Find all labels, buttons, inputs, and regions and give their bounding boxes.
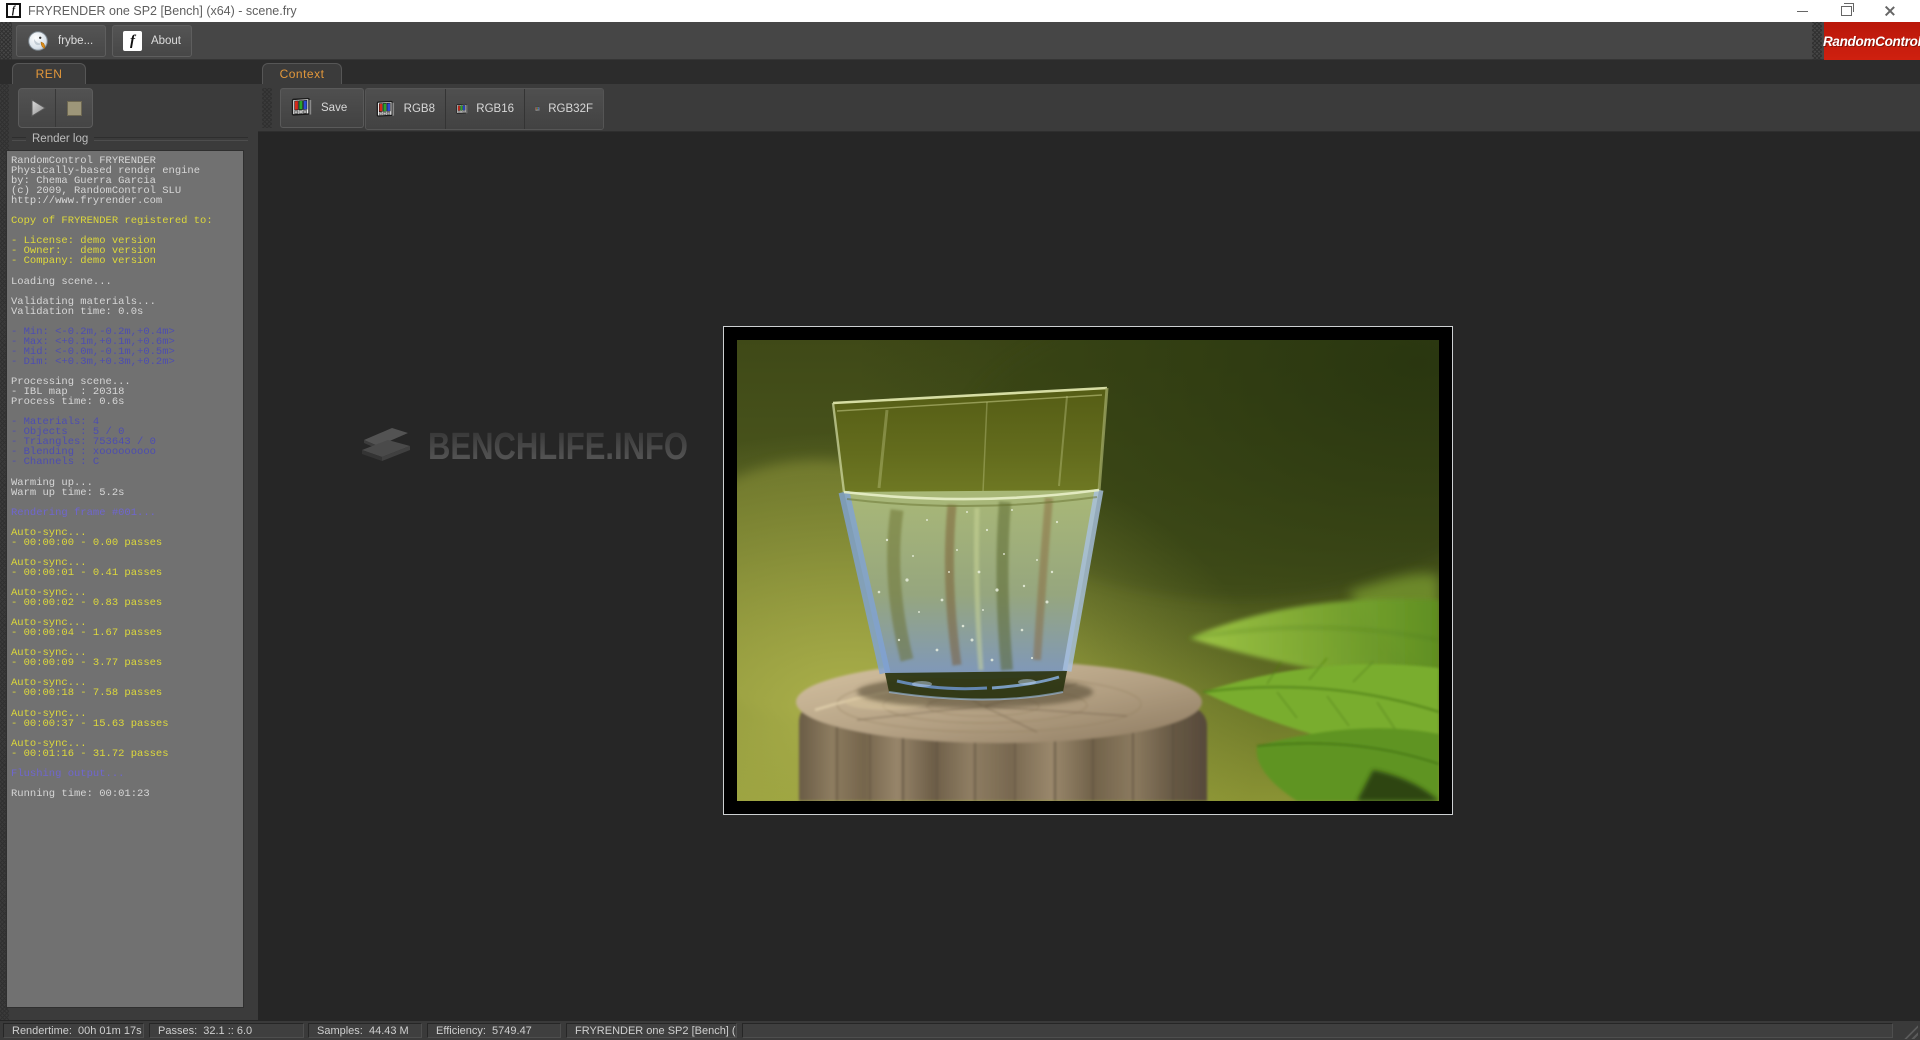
format-button-label: RGB32F <box>548 103 593 115</box>
watermark: BENCHLIFE.INFO <box>358 424 688 470</box>
status-empty <box>742 1023 1893 1038</box>
tab-strip: REN Context <box>0 60 1920 84</box>
about-button-label: About <box>151 35 181 47</box>
log-line: - 00:00:18 - 7.58 passes <box>11 688 239 698</box>
about-f-icon: f <box>123 31 142 51</box>
rgb-channels-icon <box>456 99 468 119</box>
minimize-button[interactable] <box>1780 0 1824 22</box>
randomcontrol-logo-text: RandomControl <box>1823 34 1920 49</box>
format-button-rgb8[interactable]: RGB8 <box>366 89 445 129</box>
randomcontrol-logo: RandomControl <box>1824 22 1920 60</box>
resize-grip[interactable] <box>1904 1025 1918 1039</box>
close-icon <box>1884 5 1896 17</box>
rgb-channels-icon <box>291 97 313 117</box>
status-rendertime: Rendertime: 00h 01m 17s <box>3 1023 144 1038</box>
status-passes: Passes: 32.1 :: 6.0 <box>149 1023 304 1038</box>
log-line: Warm up time: 5.2s <box>11 488 239 498</box>
restore-icon <box>1841 6 1852 16</box>
rgb-channels-icon <box>535 99 540 119</box>
log-line: - Company: demo version <box>11 256 239 266</box>
app-icon: f <box>6 3 21 18</box>
render-panel: Render log RandomControl FRYRENDERPhysic… <box>0 84 258 1020</box>
play-icon <box>25 96 49 120</box>
render-log-group: Render log <box>12 133 248 145</box>
benchlife-laptop-icon <box>358 424 414 470</box>
context-toolbar-grip[interactable] <box>262 88 272 128</box>
watermark-text: BENCHLIFE.INFO <box>428 425 688 469</box>
render-stop-button[interactable] <box>55 89 92 127</box>
log-line: - 00:00:01 - 0.41 passes <box>11 568 239 578</box>
format-button-rgb32f[interactable]: RGB32F <box>524 89 603 129</box>
frybench-button[interactable]: frybe... <box>16 25 106 57</box>
groupbox-line <box>94 137 248 141</box>
maximize-button[interactable] <box>1824 0 1868 22</box>
status-samples: Samples: 44.43 M <box>308 1023 422 1038</box>
context-toolbar: Save RGB8 RGB16 <box>258 84 1920 132</box>
log-line: http://www.fryrender.com <box>11 196 239 206</box>
save-icon-slot <box>291 97 313 120</box>
save-button[interactable]: Save <box>280 88 364 128</box>
minimize-icon <box>1797 11 1808 12</box>
status-app-name: FRYRENDER one SP2 [Bench] (x64) <box>566 1023 737 1038</box>
render-log-title: Render log <box>26 133 94 145</box>
log-line: - 00:00:09 - 3.77 passes <box>11 658 239 668</box>
log-line: Process time: 0.6s <box>11 397 239 407</box>
log-line: - 00:00:37 - 15.63 passes <box>11 719 239 729</box>
log-line: - 00:00:04 - 1.67 passes <box>11 628 239 638</box>
log-line: - 00:00:00 - 0.00 passes <box>11 538 239 548</box>
tab-context[interactable]: Context <box>262 63 342 84</box>
log-line: Copy of FRYRENDER registered to: <box>11 216 239 226</box>
title-bar: f FRYRENDER one SP2 [Bench] (x64) - scen… <box>0 0 1920 22</box>
tab-ren[interactable]: REN <box>12 63 86 84</box>
brand-grip <box>1812 22 1822 60</box>
log-line: Validation time: 0.0s <box>11 307 239 317</box>
format-button-label: RGB16 <box>476 103 514 115</box>
format-button-rgb16[interactable]: RGB16 <box>445 89 524 129</box>
log-line <box>11 467 239 477</box>
window-title: FRYRENDER one SP2 [Bench] (x64) - scene.… <box>28 0 297 22</box>
render-canvas: BENCHLIFE.INFO <box>258 132 1920 1020</box>
log-line: Flushing output... <box>11 769 239 779</box>
log-line: - Dim: <+0.3m,+0.3m,+0.2m> <box>11 357 239 367</box>
format-button-label: RGB8 <box>404 103 435 115</box>
about-button[interactable]: f About <box>112 25 192 57</box>
groupbox-line <box>12 137 26 141</box>
toolbar-grip[interactable] <box>0 22 12 60</box>
frybench-button-label: frybe... <box>58 35 93 47</box>
stop-icon <box>67 101 82 116</box>
frybench-chick-icon <box>27 30 49 52</box>
render-frame <box>723 326 1453 815</box>
rgb-channels-icon <box>376 99 396 119</box>
log-line: Loading scene... <box>11 277 239 287</box>
status-bar: Rendertime: 00h 01m 17s Passes: 32.1 :: 6… <box>0 1020 1920 1040</box>
render-start-button[interactable] <box>19 89 55 127</box>
format-button-group: RGB8 RGB16 RGB32F <box>365 88 604 130</box>
main-toolbar: frybe... f About RandomControl <box>0 22 1920 60</box>
log-line: - 00:00:02 - 0.83 passes <box>11 598 239 608</box>
render-log[interactable]: RandomControl FRYRENDERPhysically-based … <box>6 150 244 1008</box>
log-line: Running time: 00:01:23 <box>11 789 239 799</box>
log-line: - Channels : C <box>11 457 239 467</box>
status-efficiency: Efficiency: 5749.47 <box>427 1023 561 1038</box>
log-line: - 00:01:16 - 31.72 passes <box>11 749 239 759</box>
log-line: Rendering frame #001... <box>11 508 239 518</box>
context-panel: Save RGB8 RGB16 <box>258 84 1920 1020</box>
window-controls <box>1780 0 1912 22</box>
save-button-label: Save <box>321 102 347 114</box>
close-button[interactable] <box>1868 0 1912 22</box>
render-transport-controls <box>18 88 93 128</box>
rendered-image <box>737 340 1439 801</box>
